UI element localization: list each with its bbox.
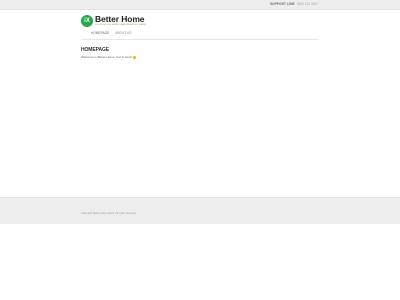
copyright-text: Copyright Better Home 2024. All rights r… xyxy=(81,212,137,215)
site-logo[interactable]: iX Better Home SOLUTIONS FOR HOMES, HEAT… xyxy=(81,14,146,28)
logo-text: Better Home xyxy=(95,14,145,24)
smile-icon xyxy=(133,55,137,59)
content-text: Welcome to Better Home. Get in touch xyxy=(81,55,133,59)
logo-mark-icon: iX xyxy=(81,15,93,27)
page-title: HOMEPAGE xyxy=(81,47,109,53)
site-footer: Copyright Better Home 2024. All rights r… xyxy=(0,197,400,224)
top-bar: SUPPORT LINE 0800 123 4567 xyxy=(0,0,400,10)
nav-item-about-us[interactable]: ABOUT US xyxy=(115,31,131,36)
support-phone[interactable]: 0800 123 4567 xyxy=(297,0,318,9)
nav-item-homepage[interactable]: HOMEPAGE xyxy=(91,31,109,36)
site-header: iX Better Home SOLUTIONS FOR HOMES, HEAT… xyxy=(81,14,321,42)
header-divider xyxy=(81,39,319,40)
content-row: Welcome to Better Home. Get in touch xyxy=(81,55,137,59)
support-label: SUPPORT LINE xyxy=(269,2,295,6)
support-line: SUPPORT LINE 0800 123 4567 xyxy=(270,0,318,9)
main-nav: HOMEPAGE ABOUT US xyxy=(91,31,131,36)
logo-tagline: SOLUTIONS FOR HOMES, HEATING AND HOT WAT… xyxy=(95,24,147,26)
